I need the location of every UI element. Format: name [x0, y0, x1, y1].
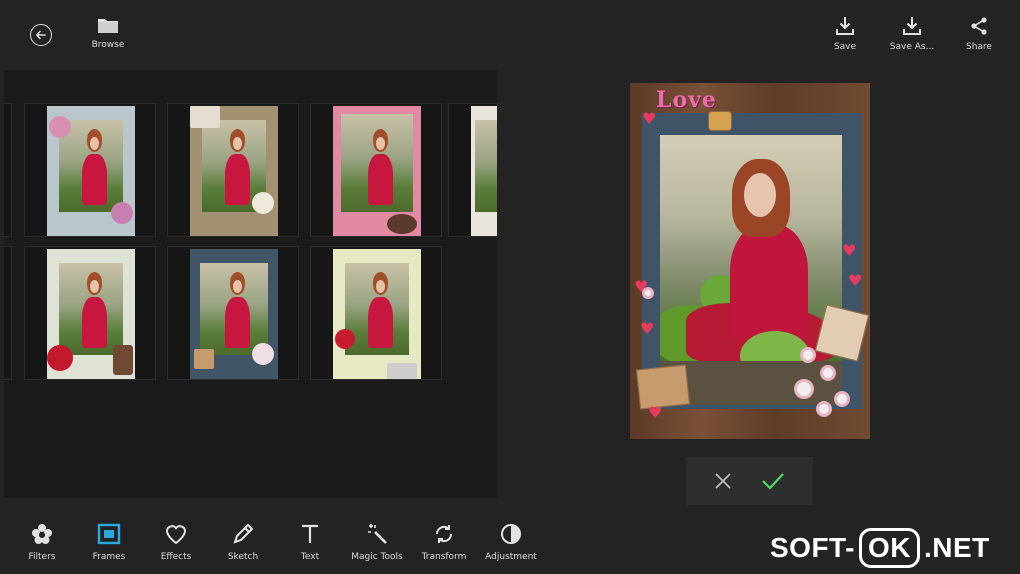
frame-thumbnail[interactable]: [4, 246, 12, 380]
tool-label: Text: [300, 552, 320, 562]
check-icon: [761, 473, 784, 490]
tool-adjustment[interactable]: Adjustment: [476, 522, 546, 562]
frame-thumbnail[interactable]: [24, 103, 156, 237]
pencil-icon: [233, 523, 254, 544]
save-button[interactable]: Save: [810, 16, 880, 52]
save-as-button[interactable]: Save As...: [877, 16, 947, 52]
frame-thumbnail[interactable]: [4, 103, 12, 237]
save-as-label: Save As...: [889, 42, 935, 52]
tool-label: Sketch: [227, 552, 259, 562]
tool-effects[interactable]: Effects: [141, 522, 211, 562]
tool-label: Adjustment: [485, 552, 537, 562]
confirm-bar: [686, 457, 813, 505]
browse-label: Browse: [91, 40, 125, 50]
tool-label: Filters: [28, 552, 56, 562]
frame-thumbnail[interactable]: [448, 103, 497, 237]
tool-frames[interactable]: Frames: [74, 522, 144, 562]
frame-thumbnail[interactable]: [310, 103, 442, 237]
tool-text[interactable]: Text: [275, 522, 345, 562]
heart-icon: ♥: [640, 319, 655, 338]
apply-button[interactable]: [761, 472, 785, 490]
tool-label: Frames: [92, 552, 126, 562]
frame-preview: Love ♥ ♥ ♥ ♥ ♥ ♥: [630, 83, 870, 439]
heart-icon: ♥: [642, 109, 657, 128]
flower-icon: [32, 524, 52, 544]
text-icon: [302, 524, 318, 543]
share-label: Share: [966, 42, 992, 52]
tool-label: Effects: [160, 552, 192, 562]
watermark: SOFT- OK .NET: [770, 528, 990, 568]
heart-icon: ♥: [648, 403, 663, 422]
download-icon: [836, 17, 854, 35]
save-label: Save: [833, 42, 857, 52]
heart-icon: ♥: [848, 271, 863, 290]
watermark-right: .NET: [923, 532, 990, 563]
share-button[interactable]: Share: [944, 16, 1014, 52]
watermark-left: SOFT-: [770, 532, 855, 563]
close-icon: [715, 473, 731, 489]
back-button[interactable]: [30, 24, 52, 46]
cancel-button[interactable]: [714, 472, 732, 490]
heart-icon: ♥: [842, 241, 857, 260]
download-icon: [903, 17, 921, 35]
tool-label: Magic Tools: [351, 552, 403, 562]
watermark-middle: OK: [858, 528, 920, 568]
frame-thumbnail[interactable]: [310, 246, 442, 380]
folder-icon: [98, 19, 118, 33]
tool-magic-tools[interactable]: Magic Tools: [342, 522, 412, 562]
heart-icon: [165, 525, 187, 545]
tool-filters[interactable]: Filters: [7, 522, 77, 562]
browse-button[interactable]: Browse: [73, 16, 143, 50]
share-icon: [971, 17, 987, 35]
contrast-icon: [501, 524, 521, 544]
frame-thumbnail[interactable]: [24, 246, 156, 380]
frame-thumbnail[interactable]: [167, 246, 299, 380]
frame-icon: [97, 523, 121, 545]
arrow-left-icon: [36, 30, 46, 40]
tool-transform[interactable]: Transform: [409, 522, 479, 562]
magic-wand-icon: [368, 524, 387, 544]
frames-gallery: [4, 70, 497, 498]
rotate-icon: [435, 525, 453, 543]
frame-thumbnail[interactable]: [167, 103, 299, 237]
love-text: Love: [656, 87, 717, 113]
tool-sketch[interactable]: Sketch: [208, 522, 278, 562]
tool-label: Transform: [421, 552, 467, 562]
